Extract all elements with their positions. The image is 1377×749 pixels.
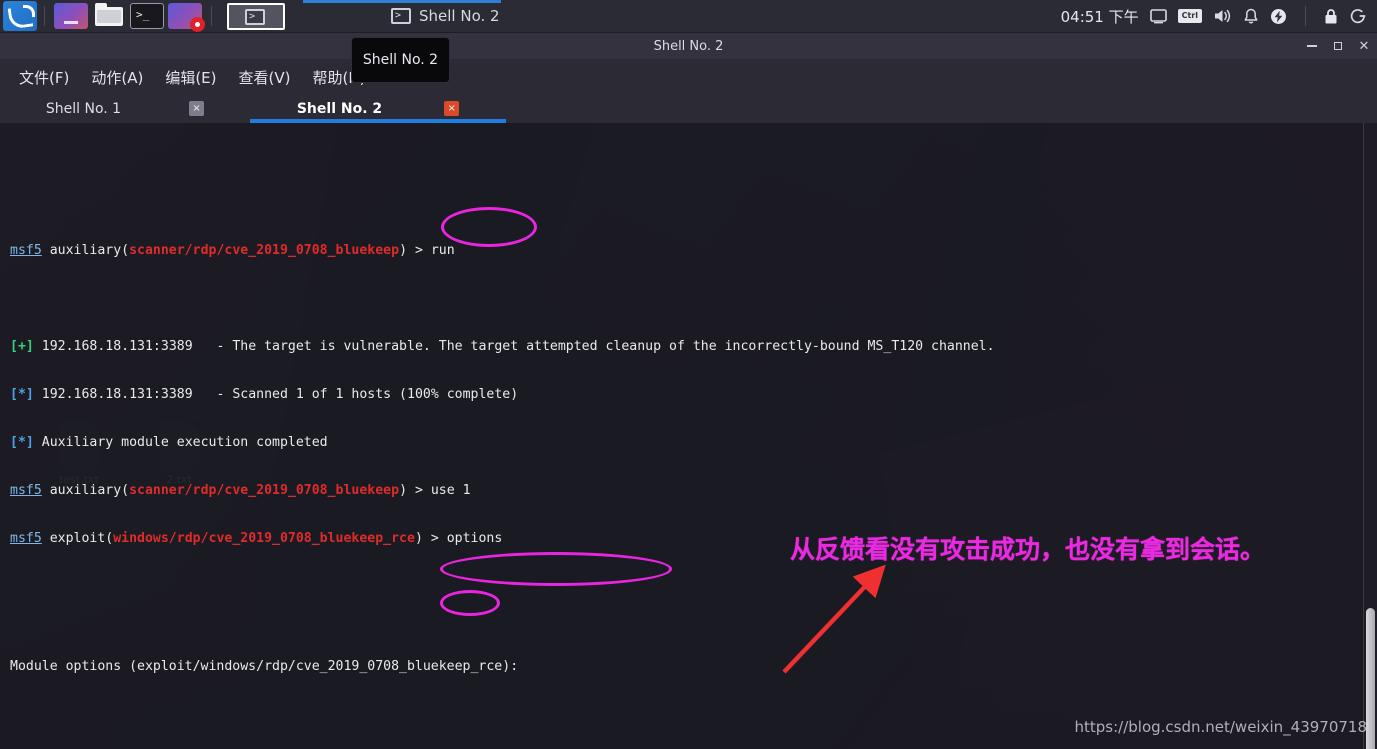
terminal-output[interactable]: msf5 auxiliary(scanner/rdp/cve_2019_0708…	[0, 123, 1377, 749]
status-info-token: [*]	[10, 387, 34, 402]
tab-label: Shell No. 2	[296, 100, 383, 117]
menu-view[interactable]: 查看(V)	[230, 64, 300, 91]
status-ok-token: [+]	[10, 339, 34, 354]
module-path: windows/rdp/cve_2019_0708_bluekeep_rce	[113, 531, 415, 546]
panel-separator	[1305, 6, 1306, 26]
tab-shell-1[interactable]: Shell No. 1 ×	[0, 94, 250, 123]
browser-icon[interactable]	[54, 3, 88, 29]
window-controls: ✕	[1306, 33, 1370, 60]
terminal-line: [*] Auxiliary module execution completed	[10, 435, 1377, 451]
status-info-token: [*]	[10, 435, 34, 450]
tab-label: Shell No. 1	[45, 100, 122, 117]
terminal-line: [+] 192.168.18.131:3389 - The target is …	[10, 339, 1377, 355]
terminal-text: 192.168.18.131:3389 - Scanned 1 of 1 hos…	[41, 387, 519, 402]
minimize-button[interactable]	[1306, 40, 1318, 53]
window-title: Shell No. 2	[653, 38, 724, 54]
power-manager-icon[interactable]	[1270, 8, 1287, 25]
terminal-text: Auxiliary module execution completed	[41, 435, 328, 450]
terminal-line: msf5 auxiliary(scanner/rdp/cve_2019_0708…	[10, 483, 471, 498]
panel-separator	[44, 6, 45, 26]
terminal-command: use 1	[430, 483, 471, 498]
terminal-line: msf5 exploit(windows/rdp/cve_2019_0708_b…	[10, 531, 503, 546]
tab-bar: Shell No. 1 × Shell No. 2 ×	[0, 94, 1377, 123]
maximize-button[interactable]	[1332, 40, 1344, 53]
terminal-icon[interactable]	[130, 3, 164, 29]
watermark: https://blog.csdn.net/weixin_43970718	[1074, 718, 1367, 736]
taskbar-entry-label: Shell No. 2	[419, 7, 500, 25]
taskbar-entry-shell-2[interactable]: Shell No. 2	[381, 0, 510, 33]
clock[interactable]: 04:51 下午	[1061, 6, 1139, 27]
panel-accent-bar	[303, 0, 501, 3]
top-panel: Shell No. 2 04:51 下午 Ctrl	[0, 0, 1377, 33]
lock-icon[interactable]	[1324, 8, 1338, 25]
terminal-command: options	[446, 531, 503, 546]
tab-close-icon[interactable]: ×	[444, 101, 460, 116]
terminal-line: Module options (exploit/windows/rdp/cve_…	[10, 659, 1377, 675]
kali-dragon-logo-icon[interactable]	[3, 1, 37, 31]
record-icon[interactable]	[168, 3, 205, 32]
folder-icon[interactable]	[92, 3, 126, 29]
terminal-line: [*] 192.168.18.131:3389 - Scanned 1 of 1…	[10, 387, 1377, 403]
prompt-user: msf5	[10, 483, 42, 498]
module-path: scanner/rdp/cve_2019_0708_bluekeep	[129, 243, 400, 258]
scrollbar-thumb[interactable]	[1366, 608, 1375, 749]
menu-file[interactable]: 文件(F)	[10, 64, 78, 91]
menu-bar: 文件(F) 动作(A) 编辑(E) 查看(V) 帮助(H)	[0, 60, 1377, 94]
volume-icon[interactable]	[1213, 8, 1232, 24]
menu-edit[interactable]: 编辑(E)	[156, 64, 225, 91]
window-tooltip: Shell No. 2	[351, 37, 450, 83]
close-button[interactable]: ✕	[1358, 40, 1370, 53]
system-tray: 04:51 下午 Ctrl	[1061, 6, 1377, 27]
keyboard-layout-icon[interactable]: Ctrl	[1177, 9, 1202, 23]
window-titlebar[interactable]: Shell No. 2 ✕	[0, 33, 1377, 60]
panel-separator	[211, 6, 212, 26]
terminal-scrollbar[interactable]	[1363, 123, 1377, 749]
module-path: scanner/rdp/cve_2019_0708_bluekeep	[129, 483, 400, 498]
window-switcher-button[interactable]	[227, 2, 285, 30]
prompt-user: msf5	[10, 243, 42, 258]
menu-actions[interactable]: 动作(A)	[82, 64, 152, 91]
screen: 系统使用说明 0test.txt test.txt 2.txt Shel	[0, 0, 1377, 749]
logout-icon[interactable]	[1349, 7, 1367, 25]
notification-icon[interactable]	[1243, 8, 1259, 25]
terminal-line: msf5 auxiliary(scanner/rdp/cve_2019_0708…	[10, 243, 455, 258]
tab-close-icon[interactable]: ×	[189, 101, 205, 116]
terminal-icon	[245, 8, 265, 25]
module-options-header: Module options (exploit/windows/rdp/cve_…	[10, 659, 519, 674]
terminal-text: 192.168.18.131:3389 - The target is vuln…	[41, 339, 995, 354]
terminal-command: run	[430, 243, 455, 258]
display-icon[interactable]	[1149, 8, 1167, 24]
keyboard-layout-label: Ctrl	[1177, 9, 1202, 23]
terminal-window: Shell No. 2 ✕ 文件(F) 动作(A) 编辑(E) 查看(V) 帮助…	[0, 33, 1377, 749]
prompt-user: msf5	[10, 531, 42, 546]
terminal-icon	[391, 8, 411, 24]
